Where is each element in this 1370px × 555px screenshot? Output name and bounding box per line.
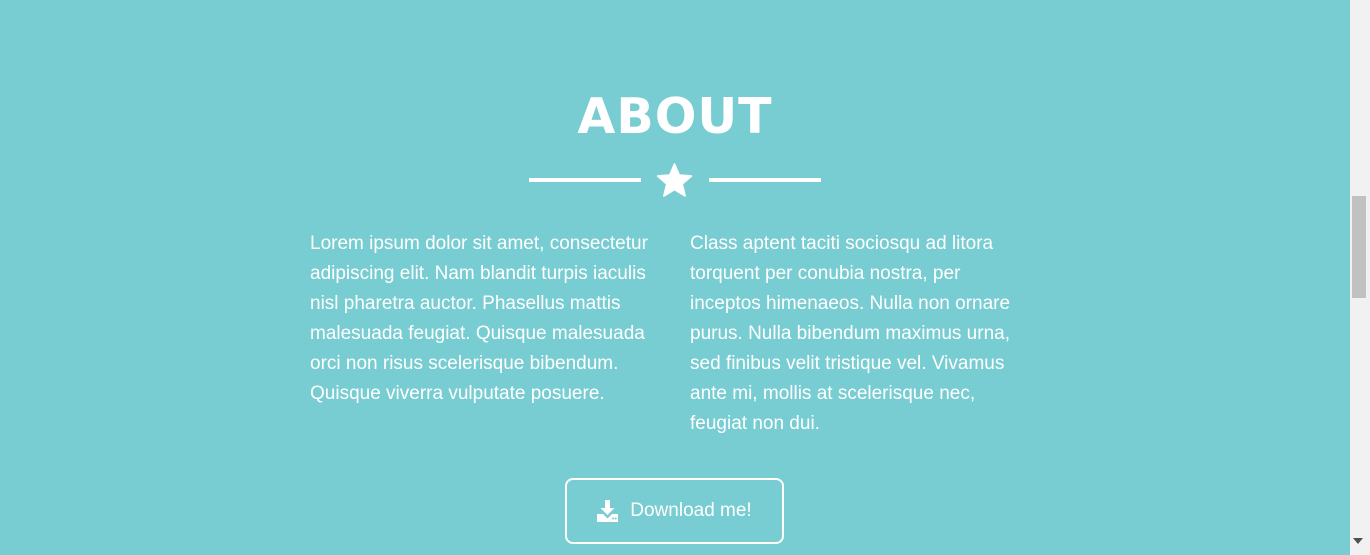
download-button[interactable]: Download me!	[565, 478, 784, 544]
section-title: ABOUT	[577, 88, 773, 145]
download-button-label: Download me!	[630, 500, 752, 521]
about-paragraph-right: Class aptent taciti sociosqu ad litora t…	[690, 233, 1011, 434]
scroll-down-arrow-icon[interactable]	[1353, 538, 1363, 544]
about-paragraph-left: Lorem ipsum dolor sit amet, consectetur …	[310, 233, 648, 404]
scrollbar-thumb[interactable]	[1352, 196, 1366, 298]
divider-line-right	[709, 178, 821, 182]
divider-line-left	[529, 178, 641, 182]
download-icon	[597, 500, 619, 522]
about-section: ABOUT Lorem ipsum dolor sit amet, consec…	[0, 0, 1350, 555]
star-icon	[656, 163, 693, 197]
